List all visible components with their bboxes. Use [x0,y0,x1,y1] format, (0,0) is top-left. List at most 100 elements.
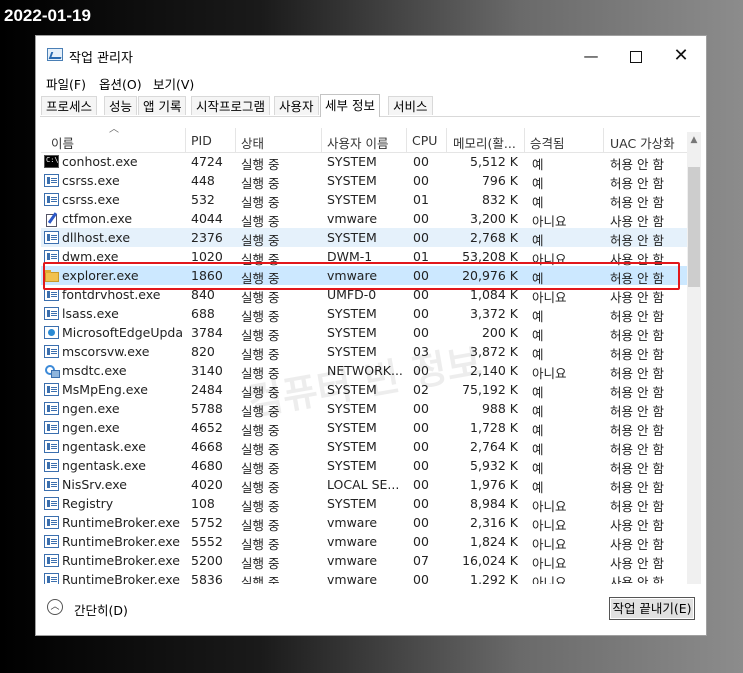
table-row[interactable]: ngen.exe 5788 실행 중 SYSTEM 00 988 K 예 허용 안 함 [41,399,687,419]
application-icon [44,421,59,434]
column-divider[interactable] [235,128,236,152]
application-icon [44,459,59,472]
scroll-up-icon[interactable]: ▲ [687,132,701,149]
process-username: SYSTEM [327,420,377,435]
process-pid: 1860 [191,268,223,283]
process-cpu: 00 [413,439,429,454]
table-row[interactable]: csrss.exe 532 실행 중 SYSTEM 01 832 K 예 허용 안 함 [41,190,687,210]
table-row[interactable]: ctfmon.exe 4044 실행 중 vmware 00 3,200 K 아니요 사용 안… [41,209,687,229]
process-memory: 1,084 K [470,287,518,302]
tab-performance[interactable]: 성능 [104,96,138,115]
table-row[interactable]: explorer.exe 1860 실행 중 vmware 00 20,976 K 예 허용 … [41,266,687,286]
folder-icon [44,269,59,282]
process-username: SYSTEM [327,496,377,511]
chevron-up-icon[interactable]: ︿ [47,599,63,615]
column-header-username[interactable]: 사용자 이름 [327,133,388,152]
column-divider[interactable] [524,128,525,152]
table-row[interactable]: ngen.exe 4652 실행 중 SYSTEM 00 1,728 K 예 허용 안 함 [41,418,687,438]
table-row[interactable]: RuntimeBroker.exe 5200 실행 중 vmware 07 16,024 … [41,551,687,571]
process-elevated: 아니요 [532,575,567,584]
close-button[interactable]: ✕ [659,42,703,70]
column-header-name[interactable]: 이름 [51,133,74,152]
table-row[interactable]: ngentask.exe 4668 실행 중 SYSTEM 00 2,764 K 예 허용 안… [41,437,687,457]
process-cpu: 03 [413,344,429,359]
scroll-thumb[interactable] [688,167,700,287]
table-row[interactable]: msdtc.exe 3140 실행 중 NETWORK... 00 2,140 K 아니요 허… [41,361,687,381]
process-pid: 840 [191,287,215,302]
menu-file[interactable]: 파일(F) [46,74,86,93]
column-header-cpu[interactable]: CPU [412,133,437,148]
process-username: SYSTEM [327,325,377,340]
pen-icon [44,212,59,227]
application-icon [44,554,59,567]
menu-options[interactable]: 옵션(O) [99,74,142,93]
process-pid: 688 [191,306,215,321]
tab-details[interactable]: 세부 정보 [320,94,380,117]
process-cpu: 00 [413,173,429,188]
process-name: mscorsvw.exe [62,344,150,359]
tab-app-history[interactable]: 앱 기록 [138,96,187,115]
table-row[interactable]: lsass.exe 688 실행 중 SYSTEM 00 3,372 K 예 허용 안 함 [41,304,687,324]
process-pid: 3140 [191,363,223,378]
table-row[interactable]: RuntimeBroker.exe 5552 실행 중 vmware 00 1,824 K… [41,532,687,552]
process-username: vmware [327,268,378,283]
vertical-scrollbar[interactable]: ▲ [687,132,701,584]
process-username: SYSTEM [327,401,377,416]
process-memory: 200 K [481,325,518,340]
process-memory: 3,372 K [470,306,518,321]
process-memory: 2,768 K [470,230,518,245]
process-name: ngen.exe [62,401,120,416]
table-row[interactable]: NisSrv.exe 4020 실행 중 LOCAL SE... 00 1,976 K예허… [41,475,687,495]
column-divider[interactable] [446,128,447,152]
table-row[interactable]: RuntimeBroker.exe 5836 실행 중 vmware 00 1,292 K… [41,570,687,584]
table-row[interactable]: MsMpEng.exe 2484 실행 중 SYSTEM 02 75,192 K 예 허용 안… [41,380,687,400]
table-row[interactable]: RuntimeBroker.exe 5752 실행 중 vmware 00 2,316 K… [41,513,687,533]
table-row[interactable]: fontdrvhost.exe 840 실행 중 UMFD-0 00 1,084 K 아니요… [41,285,687,305]
console-icon [44,155,59,168]
process-pid: 448 [191,173,215,188]
column-header-pid[interactable]: PID [191,133,212,148]
process-memory: 2,764 K [470,439,518,454]
end-task-button[interactable]: 작업 끝내기(E) [609,597,695,620]
column-header-uac[interactable]: UAC 가상화 [610,133,675,152]
tab-startup[interactable]: 시작프로그램 [191,96,271,115]
process-cpu: 00 [413,572,429,584]
table-row[interactable]: dwm.exe 1020 실행 중 DWM-1 01 53,208 K 아니요 사용 안 함 [41,247,687,267]
table-row[interactable]: MicrosoftEdgeUpdat...3784실행 중SYSTEM00200… [41,323,687,343]
maximize-button[interactable] [614,42,658,70]
application-icon [44,516,59,529]
column-divider[interactable] [603,128,604,152]
column-divider[interactable] [185,128,186,152]
process-memory: 3,872 K [470,344,518,359]
menu-view[interactable]: 보기(V) [153,74,194,93]
fewer-details-link[interactable]: 간단히(D) [74,600,128,619]
tab-processes[interactable]: 프로세스 [41,96,98,115]
column-divider[interactable] [321,128,322,152]
process-pid: 4652 [191,420,223,435]
process-cpu: 00 [413,363,429,378]
title-bar[interactable]: 작업 관리자 — ✕ [36,36,706,76]
table-row[interactable]: ngentask.exe 4680 실행 중 SYSTEM 00 5,932 K 예 허용 안… [41,456,687,476]
process-pid: 3784 [191,325,223,340]
process-pid: 5200 [191,553,223,568]
table-row[interactable]: csrss.exe 448 실행 중 SYSTEM 00 796 K 예 허용 안 함 [41,171,687,191]
process-username: SYSTEM [327,458,377,473]
table-row[interactable]: mscorsvw.exe 820 실행 중 SYSTEM 03 3,872 K 예 허용 안 … [41,342,687,362]
process-memory: 20,976 K [462,268,518,283]
column-header-memory[interactable]: 메모리(활... [453,133,516,152]
network-icon [44,364,60,378]
process-cpu: 00 [413,420,429,435]
column-header-status[interactable]: 상태 [241,133,264,152]
table-row[interactable]: conhost.exe4724실행 중SYSTEM005,512 K예허용 안 … [41,152,687,172]
process-name: ngentask.exe [62,458,146,473]
column-divider[interactable] [406,128,407,152]
tab-users[interactable]: 사용자 [274,96,319,115]
column-header-elevated[interactable]: 승격됨 [530,133,565,152]
tab-services[interactable]: 서비스 [388,96,433,115]
process-username: vmware [327,211,378,226]
process-username: SYSTEM [327,192,377,207]
table-row[interactable]: Registry 108 실행 중 SYSTEM 00 8,984 K 아니요 허용 안 함 [41,494,687,514]
table-row[interactable]: dllhost.exe 2376 실행 중 SYSTEM 00 2,768 K 예 허용 안 … [41,228,687,248]
process-username: LOCAL SE... [327,477,400,492]
minimize-button[interactable]: — [569,42,613,70]
